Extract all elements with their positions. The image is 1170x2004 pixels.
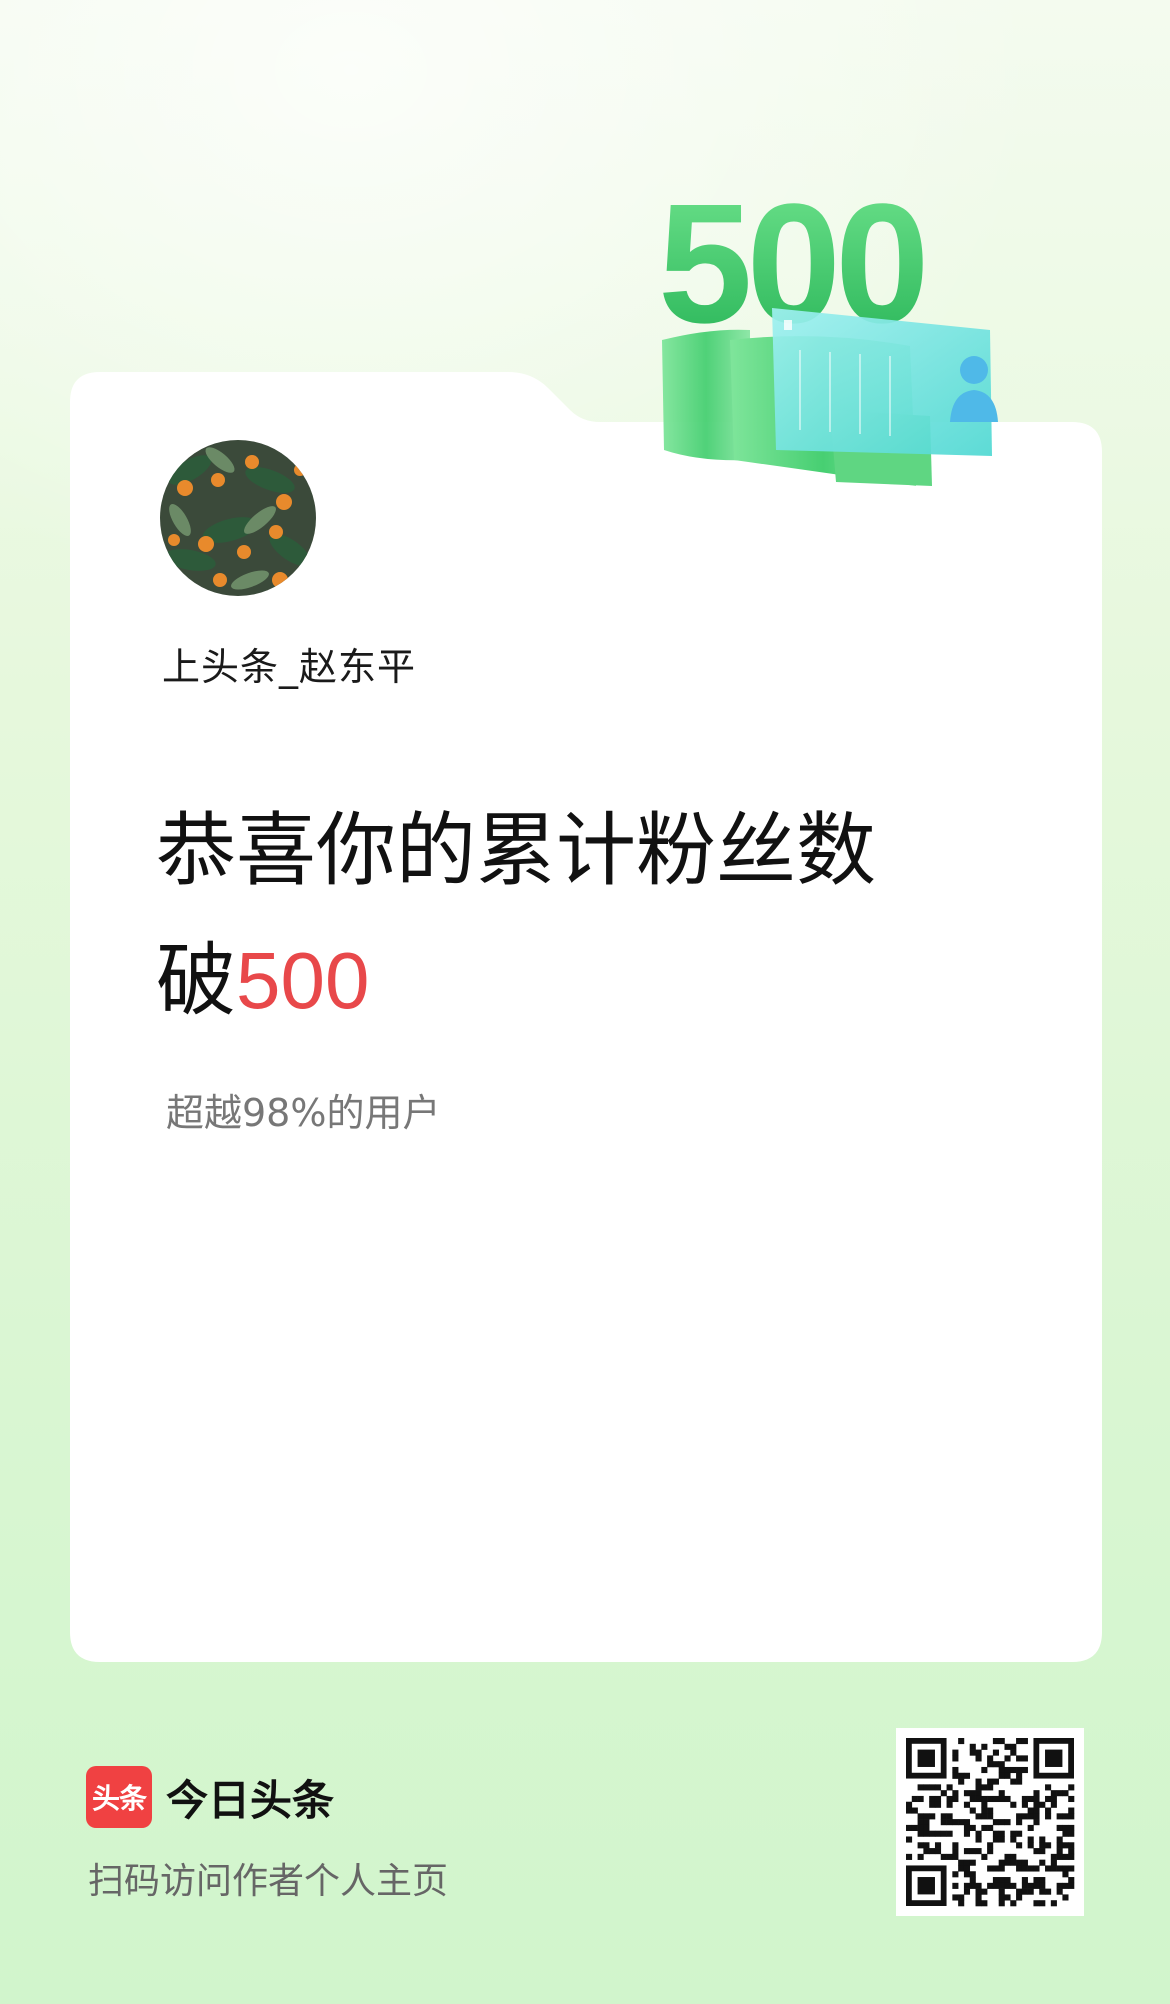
brand-name: 今日头条 xyxy=(166,1775,335,1825)
username: 上头条_赵东平 xyxy=(162,645,417,689)
brand: 头条 今日头条 xyxy=(86,1766,334,1828)
headline-line2: 破500 xyxy=(156,916,1016,1046)
follower-count: 500 xyxy=(236,936,370,1025)
percentile-text: 超越98%的用户 xyxy=(166,1091,441,1135)
avatar[interactable] xyxy=(160,440,316,596)
toutiao-logo-icon: 头条 xyxy=(86,1766,152,1828)
headline-prefix: 破 xyxy=(156,934,236,1027)
qr-code[interactable] xyxy=(896,1728,1084,1916)
qr-finder-pattern xyxy=(906,1865,947,1906)
headline-line1: 恭喜你的累计粉丝数 xyxy=(156,804,876,897)
milestone-badge: 500 xyxy=(650,160,1020,500)
qr-finder-pattern xyxy=(906,1738,947,1779)
qr-finder-pattern xyxy=(1033,1738,1074,1779)
headline: 恭喜你的累计粉丝数 破500 xyxy=(156,786,1016,1046)
scan-hint: 扫码访问作者个人主页 xyxy=(88,1861,449,1902)
